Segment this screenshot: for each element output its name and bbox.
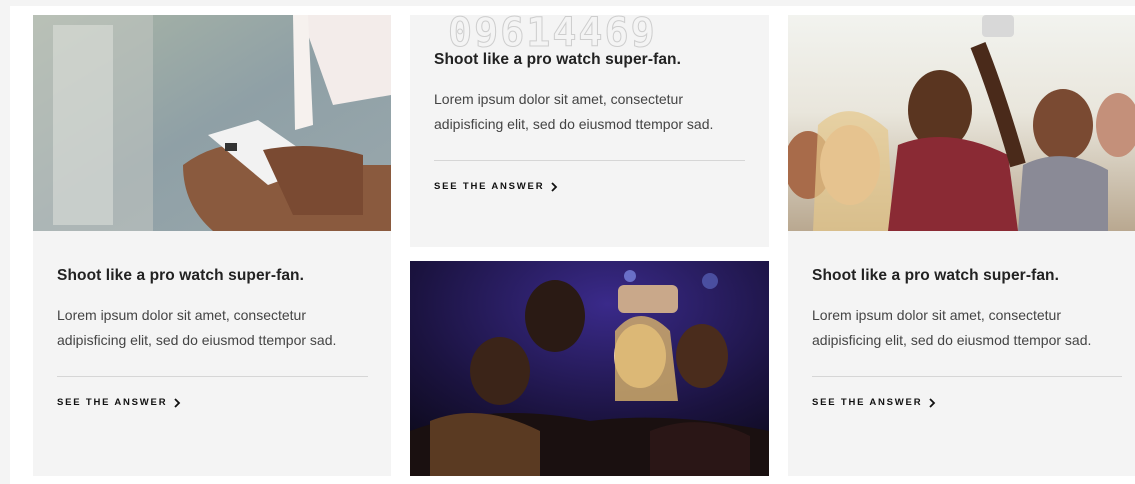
- card-title: Shoot like a pro watch super-fan.: [434, 51, 682, 68]
- chevron-right-icon: [550, 181, 558, 192]
- chevron-right-icon: [173, 397, 181, 408]
- card-grid: Shoot like a pro watch super-fan. Lorem …: [10, 6, 1135, 484]
- see-the-answer-link[interactable]: SEE THE ANSWER: [812, 397, 936, 408]
- card-2: Shoot like a pro watch super-fan. Lorem …: [410, 15, 769, 247]
- divider: [57, 376, 368, 377]
- card-title: Shoot like a pro watch super-fan.: [812, 267, 1060, 284]
- see-the-answer-link[interactable]: SEE THE ANSWER: [434, 181, 558, 192]
- card-description: Lorem ipsum dolor sit amet, consectetur …: [812, 307, 1092, 348]
- see-the-answer-link[interactable]: SEE THE ANSWER: [57, 397, 181, 408]
- divider: [434, 160, 745, 161]
- card-1: Shoot like a pro watch super-fan. Lorem …: [33, 15, 391, 476]
- cta-label: SEE THE ANSWER: [57, 397, 168, 408]
- card-title: Shoot like a pro watch super-fan.: [57, 267, 305, 284]
- phone-in-hands-photo: [33, 15, 391, 231]
- party-selfie-photo: [410, 261, 769, 476]
- festival-selfie-photo: [788, 15, 1135, 231]
- divider: [812, 376, 1122, 377]
- card-3: Shoot like a pro watch super-fan. Lorem …: [788, 15, 1135, 476]
- card-description: Lorem ipsum dolor sit amet, consectetur …: [434, 91, 714, 132]
- cta-label: SEE THE ANSWER: [812, 397, 923, 408]
- cta-label: SEE THE ANSWER: [434, 181, 545, 192]
- card-description: Lorem ipsum dolor sit amet, consectetur …: [57, 307, 337, 348]
- chevron-right-icon: [928, 397, 936, 408]
